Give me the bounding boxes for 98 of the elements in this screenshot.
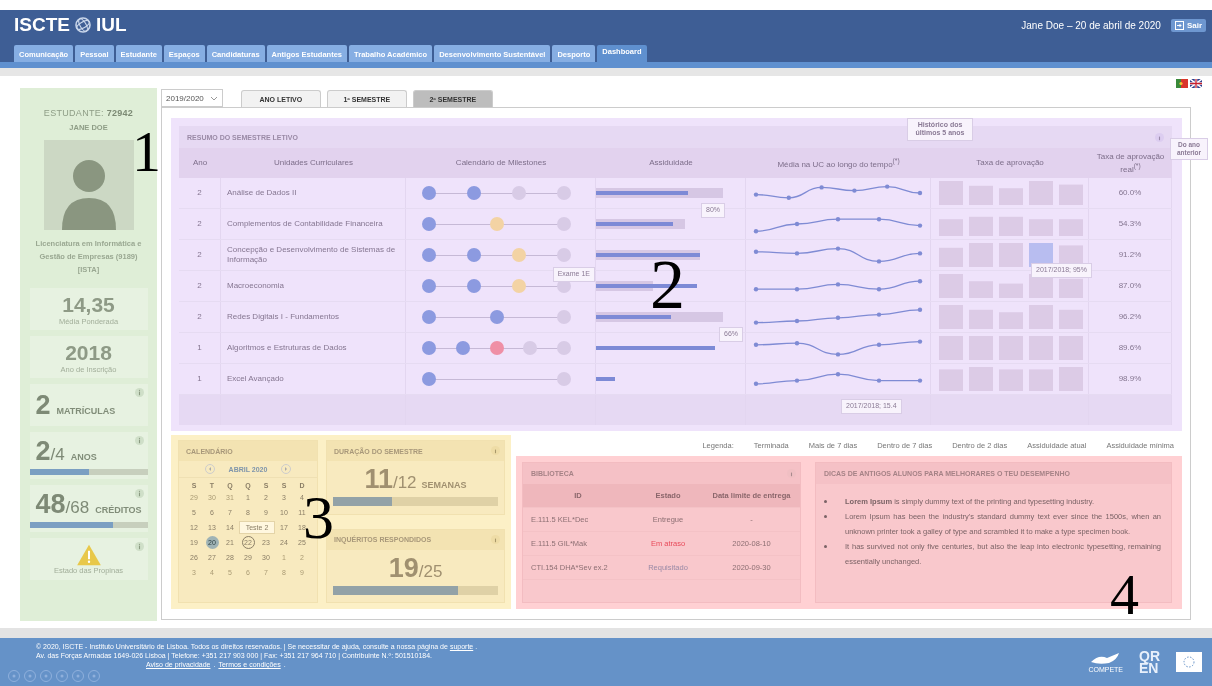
avatar-icon <box>43 140 134 230</box>
column-header: Unidades Curriculares <box>273 158 354 168</box>
table-cell: 2 <box>179 209 221 239</box>
stat-value: 48/68 <box>35 489 90 521</box>
table-cell: 2 <box>179 240 221 270</box>
milestone-dot[interactable] <box>557 310 571 324</box>
milestone-dot[interactable] <box>512 186 526 200</box>
table-cell: 1 <box>179 364 221 394</box>
milestone-dot[interactable] <box>422 341 436 355</box>
table-cell: 2 <box>179 178 221 208</box>
milestone-dot[interactable] <box>557 372 571 386</box>
info-icon[interactable] <box>134 388 144 398</box>
stat-label: MATRÍCULAS <box>56 405 116 416</box>
info-icon[interactable] <box>134 489 144 499</box>
info-icon[interactable] <box>491 534 500 544</box>
table-cell: 1 <box>179 333 221 363</box>
next-month-icon[interactable] <box>281 464 292 474</box>
info-icon[interactable] <box>134 436 144 446</box>
eu-flag-icon <box>1176 652 1202 672</box>
milestone-dot[interactable] <box>512 248 526 262</box>
column-header: Média na UC ao longo do tempo$^{(*)}$ <box>777 156 900 170</box>
table-cell: 60.0% <box>1089 178 1172 208</box>
stat-value: 2/4 <box>35 436 65 468</box>
region-number: 2 <box>650 250 685 320</box>
milestone-dot[interactable] <box>422 186 436 200</box>
circle-icon[interactable] <box>72 670 84 682</box>
weeks-value: 11/12 <box>364 464 417 495</box>
circle-icon[interactable] <box>56 670 68 682</box>
milestone-dot[interactable] <box>455 341 470 355</box>
table-cell: Análise de Dados II <box>221 178 406 208</box>
table-cell: Redes Digitais I - Fundamentos <box>221 302 406 332</box>
milestone-dot[interactable] <box>557 186 571 200</box>
table-cell: 2 <box>179 271 221 301</box>
region-number: 4 <box>1110 566 1139 624</box>
column-header: Taxa de aprovação real$^{(*)}$ <box>1095 152 1166 174</box>
logo-text: IUL <box>95 14 127 36</box>
table-cell: Algoritmos e Estruturas de Dados <box>221 333 406 363</box>
qren-logo: QR EN <box>1139 650 1160 674</box>
circle-icon[interactable] <box>8 670 20 682</box>
milestone-dot[interactable] <box>467 248 481 262</box>
milestone-dot[interactable] <box>489 217 504 231</box>
milestone-dot[interactable] <box>467 279 481 293</box>
surveys-value: 19/25 <box>388 552 443 584</box>
logo-text: ISCTE <box>14 14 70 36</box>
stat-label: CRÉDITOS <box>95 505 142 516</box>
uk-flag-icon[interactable] <box>1190 79 1202 88</box>
milestone-dot[interactable] <box>422 372 436 386</box>
stat-value: 2 <box>35 389 51 421</box>
previous-month-icon[interactable] <box>204 464 215 474</box>
region-number: 1 <box>132 123 161 181</box>
caret-icon[interactable] <box>209 95 218 101</box>
milestone-dot[interactable] <box>512 279 526 293</box>
table-cell: 2 <box>179 302 221 332</box>
bullet-icon <box>824 500 827 503</box>
milestone-dot[interactable] <box>489 310 504 324</box>
table-cell: 87.0% <box>1089 271 1172 301</box>
info-icon[interactable] <box>1155 133 1164 142</box>
table-cell: Concepção e Desenvolvimento de Sistemas de Informação <box>221 240 406 270</box>
milestone-dot[interactable] <box>557 248 571 262</box>
milestone-dot[interactable] <box>489 341 504 355</box>
stat-label: ANOS <box>70 452 97 463</box>
student-number: ESTUDANTE: 72942 <box>43 108 134 118</box>
table-cell: 98.9% <box>1089 364 1172 394</box>
logout-button[interactable]: Sair <box>1170 18 1206 32</box>
milestone-dot[interactable] <box>557 217 571 231</box>
column-header: Calendário de Milestones <box>455 158 547 168</box>
info-icon[interactable] <box>134 542 144 552</box>
stat-value: 2018 <box>65 340 112 365</box>
year-select[interactable]: 2019/2020 <box>161 89 223 107</box>
table-cell: 89.6% <box>1089 333 1172 363</box>
table-cell: Macroeconomia <box>221 271 406 301</box>
circle-icon[interactable] <box>40 670 52 682</box>
bullet-icon <box>824 545 827 548</box>
warning-icon <box>75 543 102 566</box>
column-header: Ano <box>192 158 208 168</box>
table-cell: 91.2% <box>1089 240 1172 270</box>
milestone-dot[interactable] <box>523 341 538 355</box>
table-cell: 54.3% <box>1089 209 1172 239</box>
logout-icon[interactable] <box>1174 20 1184 30</box>
milestone-dot[interactable] <box>422 279 436 293</box>
column-header: Taxa de aprovação <box>976 158 1044 168</box>
bullet-icon <box>824 515 827 518</box>
table-cell: Excel Avançado <box>221 364 406 394</box>
circle-icon[interactable] <box>88 670 100 682</box>
circle-icon[interactable] <box>24 670 36 682</box>
table-cell: 96.2% <box>1089 302 1172 332</box>
info-icon[interactable] <box>491 446 500 455</box>
column-header: Assiduidade <box>649 158 693 168</box>
weeks-label: SEMANAS <box>421 480 467 490</box>
milestone-dot[interactable] <box>557 341 571 355</box>
globe-icon <box>73 16 92 34</box>
milestone-dot[interactable] <box>467 186 481 200</box>
milestone-dot[interactable] <box>422 248 436 262</box>
table-cell: Complementos de Contabilidade Financeira <box>221 209 406 239</box>
user-date: Jane Doe – 20 de abril de 2020 <box>1021 19 1161 31</box>
stat-value: 14,35 <box>62 292 115 317</box>
milestone-dot[interactable] <box>422 217 436 231</box>
milestone-dot[interactable] <box>422 310 436 324</box>
